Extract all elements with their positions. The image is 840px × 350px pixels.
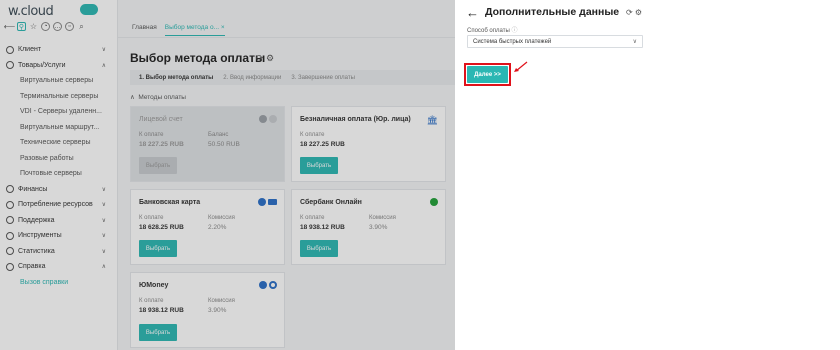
next-button[interactable]: Далее >> xyxy=(467,66,508,83)
chevron-down-icon: ∨ xyxy=(632,39,637,45)
info-icon: ⓘ xyxy=(511,28,518,34)
panel-title: Дополнительные данные xyxy=(485,6,620,18)
field-label: Способ оплаты ⓘ xyxy=(467,28,518,34)
pointer-arrow xyxy=(514,61,528,72)
refresh-settings-icons[interactable]: ⟳ ⚙ xyxy=(626,8,642,17)
payment-method-select[interactable]: Система быстрых платежей ∨ xyxy=(467,35,643,48)
back-arrow-icon[interactable]: ← xyxy=(466,5,479,20)
side-panel: ← Дополнительные данные ⟳ ⚙ Способ оплат… xyxy=(455,0,840,350)
modal-overlay[interactable] xyxy=(0,0,455,350)
